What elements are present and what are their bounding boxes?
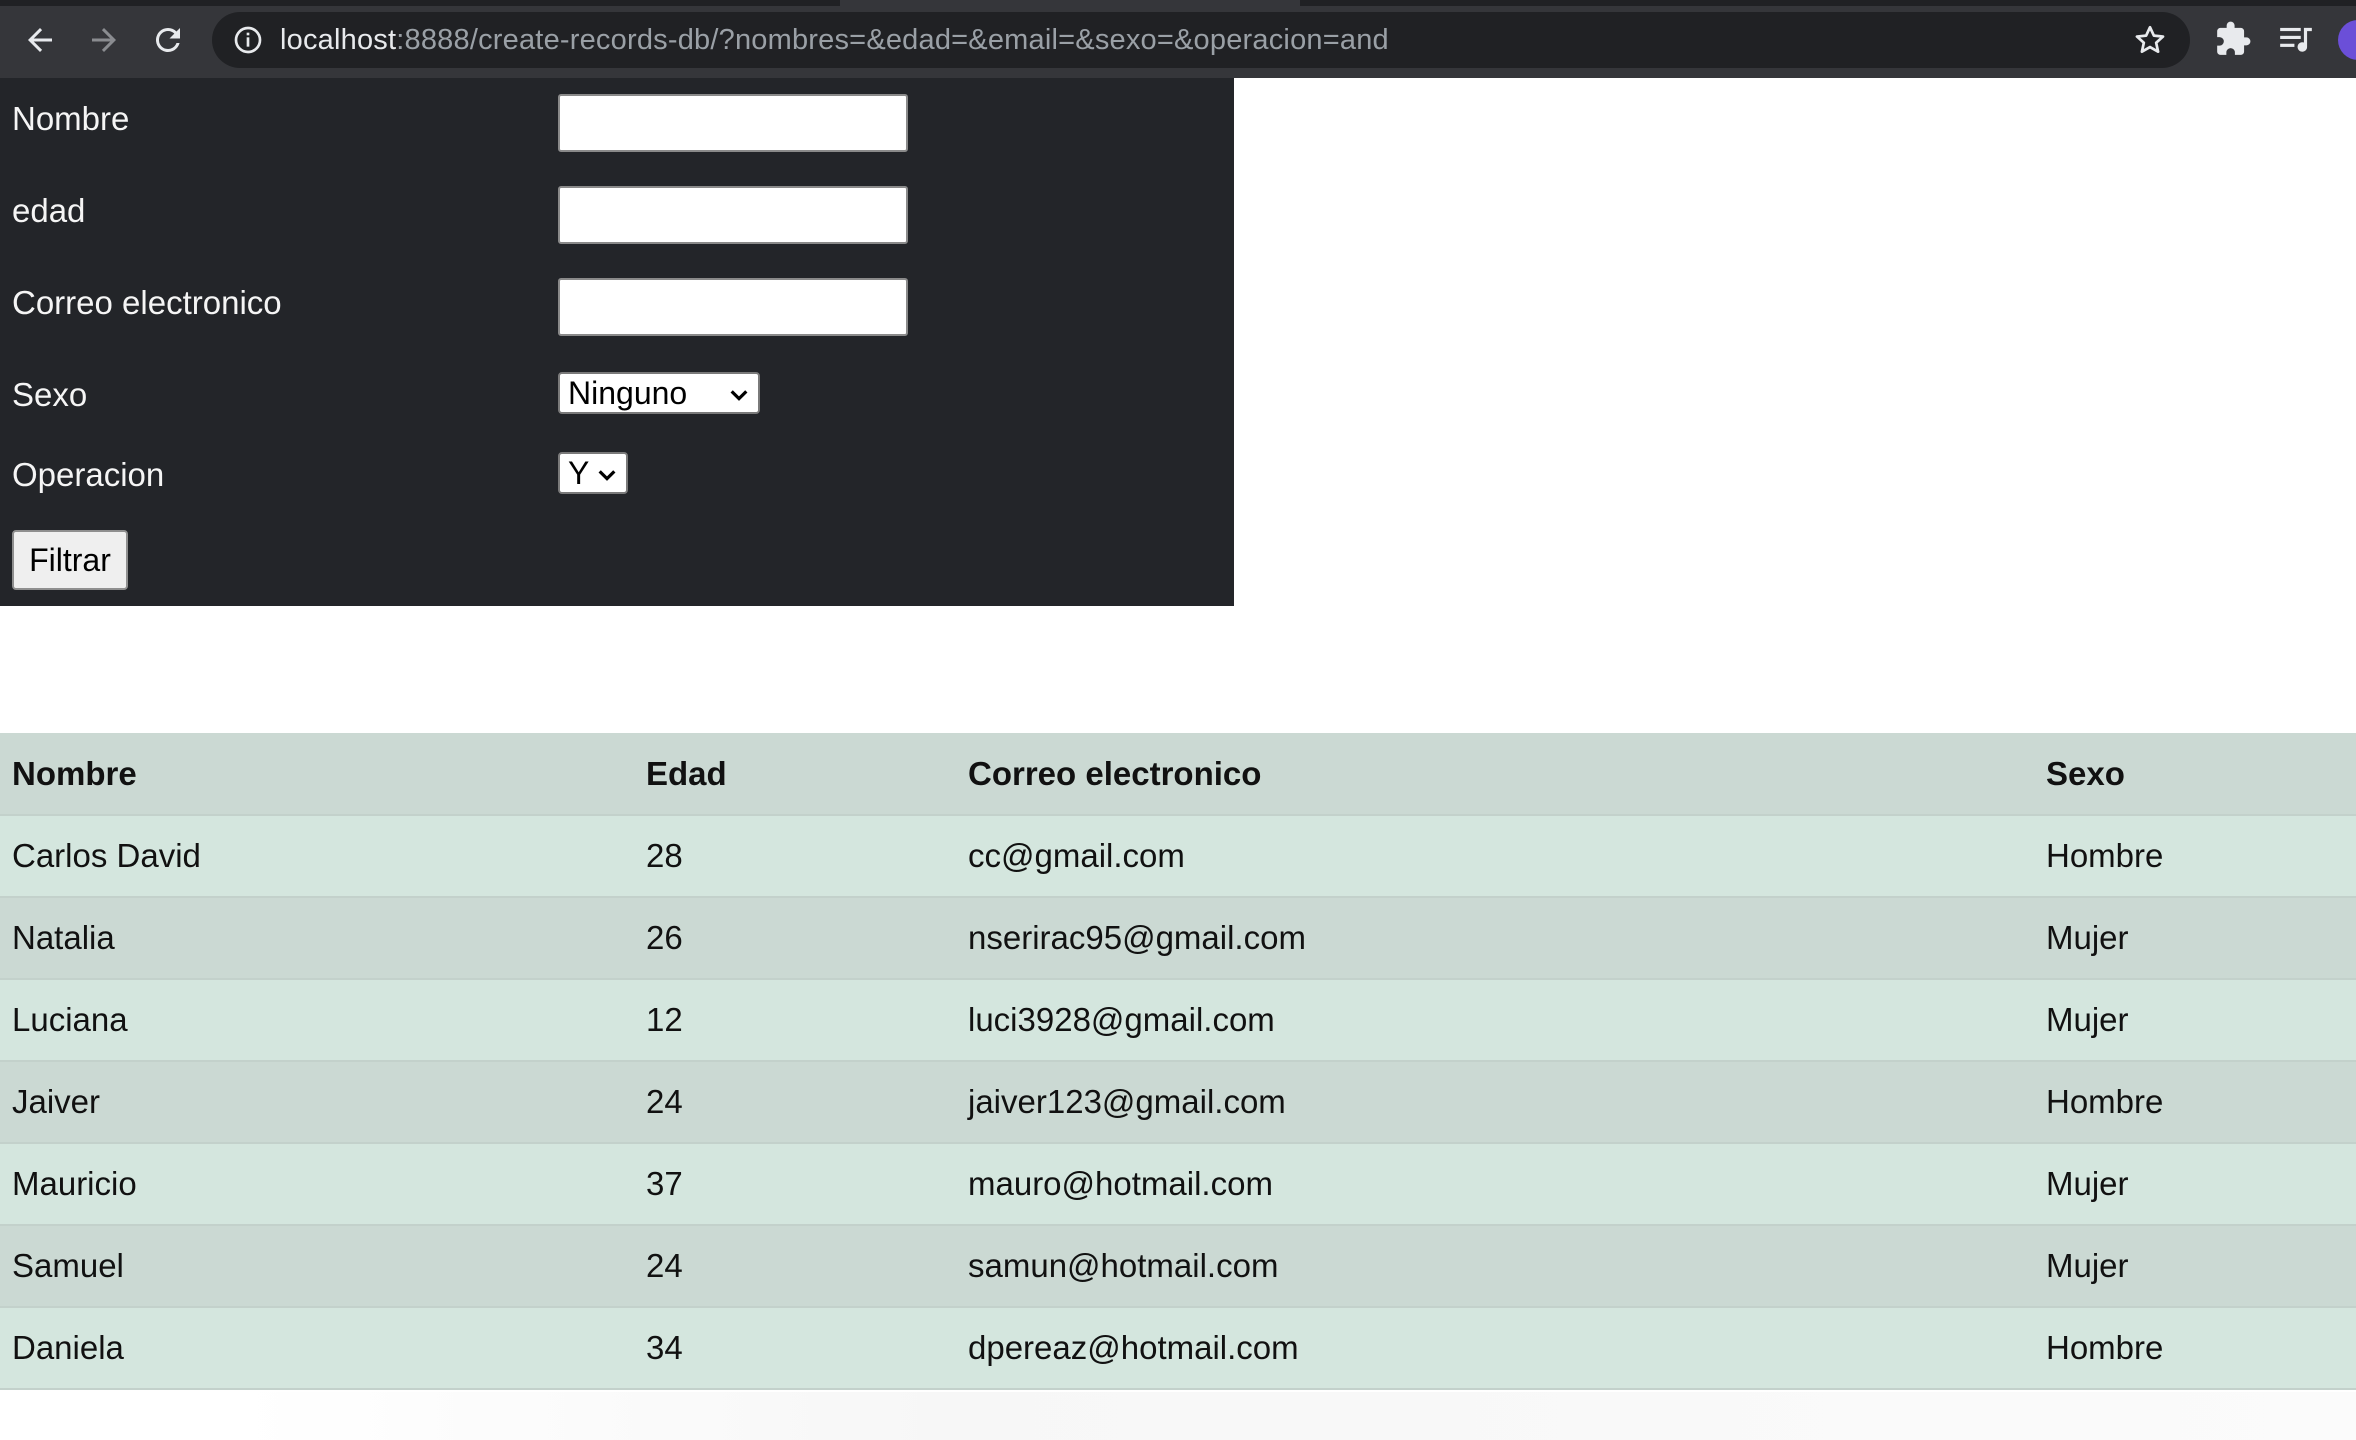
- active-tab-edge[interactable]: [840, 0, 1300, 6]
- operacion-label: Operacion: [12, 456, 165, 493]
- puzzle-icon[interactable]: [2214, 20, 2252, 58]
- column-header-email: Correo electronico: [956, 733, 2034, 816]
- cell-email: samun@hotmail.com: [956, 1225, 2034, 1308]
- cell-email: mauro@hotmail.com: [956, 1143, 2034, 1226]
- cell-sexo: Hombre: [2034, 1307, 2356, 1390]
- cell-sexo: Mujer: [2034, 1225, 2356, 1308]
- table-row: Jaiver 24 jaiver123@gmail.com Hombre: [0, 1061, 2356, 1144]
- reload-button[interactable]: [144, 16, 192, 64]
- chevron-down-icon: [730, 390, 748, 401]
- table-row: Natalia 26 nserirac95@gmail.com Mujer: [0, 897, 2356, 980]
- table-row: Daniela 34 dpereaz@hotmail.com Hombre: [0, 1307, 2356, 1390]
- url-host: localhost: [280, 24, 397, 56]
- forward-arrow-icon: [92, 28, 116, 52]
- url-text[interactable]: localhost:8888/create-records-db/?nombre…: [280, 12, 1389, 68]
- email-input[interactable]: [558, 278, 908, 336]
- cell-edad: 37: [634, 1143, 956, 1226]
- cell-edad: 12: [634, 979, 956, 1062]
- cell-sexo: Hombre: [2034, 1061, 2356, 1144]
- browser-toolbar: localhost:8888/create-records-db/?nombre…: [0, 0, 2356, 78]
- column-header-nombre: Nombre: [0, 733, 634, 816]
- records-table: Nombre Edad Correo electronico Sexo Carl…: [0, 733, 2356, 1390]
- media-queue-icon[interactable]: [2276, 20, 2316, 58]
- cell-sexo: Hombre: [2034, 815, 2356, 898]
- cell-nombre: Samuel: [0, 1225, 634, 1308]
- cell-nombre: Daniela: [0, 1307, 634, 1390]
- cell-email: luci3928@gmail.com: [956, 979, 2034, 1062]
- url-path: :8888/create-records-db/?nombres=&edad=&…: [396, 24, 1389, 56]
- star-icon[interactable]: [2132, 22, 2168, 58]
- sexo-label: Sexo: [12, 376, 88, 413]
- filter-form: Nombre edad Correo electronico Sexo Ning…: [0, 78, 1234, 606]
- column-header-sexo: Sexo: [2034, 733, 2356, 816]
- cell-edad: 28: [634, 815, 956, 898]
- table-row: Luciana 12 luci3928@gmail.com Mujer: [0, 979, 2356, 1062]
- table-row: Mauricio 37 mauro@hotmail.com Mujer: [0, 1143, 2356, 1226]
- forward-button[interactable]: [80, 16, 128, 64]
- cell-email: jaiver123@gmail.com: [956, 1061, 2034, 1144]
- cell-nombre: Natalia: [0, 897, 634, 980]
- back-button[interactable]: [16, 16, 64, 64]
- cell-sexo: Mujer: [2034, 979, 2356, 1062]
- cell-edad: 26: [634, 897, 956, 980]
- cell-email: cc@gmail.com: [956, 815, 2034, 898]
- sexo-select[interactable]: Ninguno: [558, 372, 760, 414]
- edad-label: edad: [12, 192, 86, 229]
- info-icon[interactable]: [232, 24, 264, 56]
- operacion-selected-value: Y: [568, 454, 590, 491]
- tab-strip: [0, 0, 2356, 6]
- chevron-down-icon: [598, 470, 616, 481]
- filtrar-button[interactable]: Filtrar: [12, 530, 128, 590]
- operacion-select[interactable]: Y: [558, 452, 628, 494]
- cell-edad: 34: [634, 1307, 956, 1390]
- nombre-label: Nombre: [12, 100, 130, 137]
- back-arrow-icon: [28, 28, 52, 52]
- column-header-edad: Edad: [634, 733, 956, 816]
- table-row: Samuel 24 samun@hotmail.com Mujer: [0, 1225, 2356, 1308]
- cell-email: nserirac95@gmail.com: [956, 897, 2034, 980]
- cell-sexo: Mujer: [2034, 1143, 2356, 1226]
- cell-nombre: Mauricio: [0, 1143, 634, 1226]
- table-header-row: Nombre Edad Correo electronico Sexo: [0, 733, 2356, 816]
- edad-input[interactable]: [558, 186, 908, 244]
- nombre-input[interactable]: [558, 94, 908, 152]
- profile-avatar[interactable]: [2338, 20, 2356, 60]
- cell-edad: 24: [634, 1061, 956, 1144]
- sexo-selected-value: Ninguno: [568, 374, 688, 411]
- cell-edad: 24: [634, 1225, 956, 1308]
- email-label: Correo electronico: [12, 284, 282, 321]
- cell-nombre: Luciana: [0, 979, 634, 1062]
- cell-email: dpereaz@hotmail.com: [956, 1307, 2034, 1390]
- cell-nombre: Carlos David: [0, 815, 634, 898]
- address-bar[interactable]: localhost:8888/create-records-db/?nombre…: [212, 12, 2190, 68]
- table-row: Carlos David 28 cc@gmail.com Hombre: [0, 815, 2356, 898]
- page-bottom-shade: [0, 1392, 2356, 1440]
- cell-nombre: Jaiver: [0, 1061, 634, 1144]
- reload-icon: [155, 27, 180, 52]
- cell-sexo: Mujer: [2034, 897, 2356, 980]
